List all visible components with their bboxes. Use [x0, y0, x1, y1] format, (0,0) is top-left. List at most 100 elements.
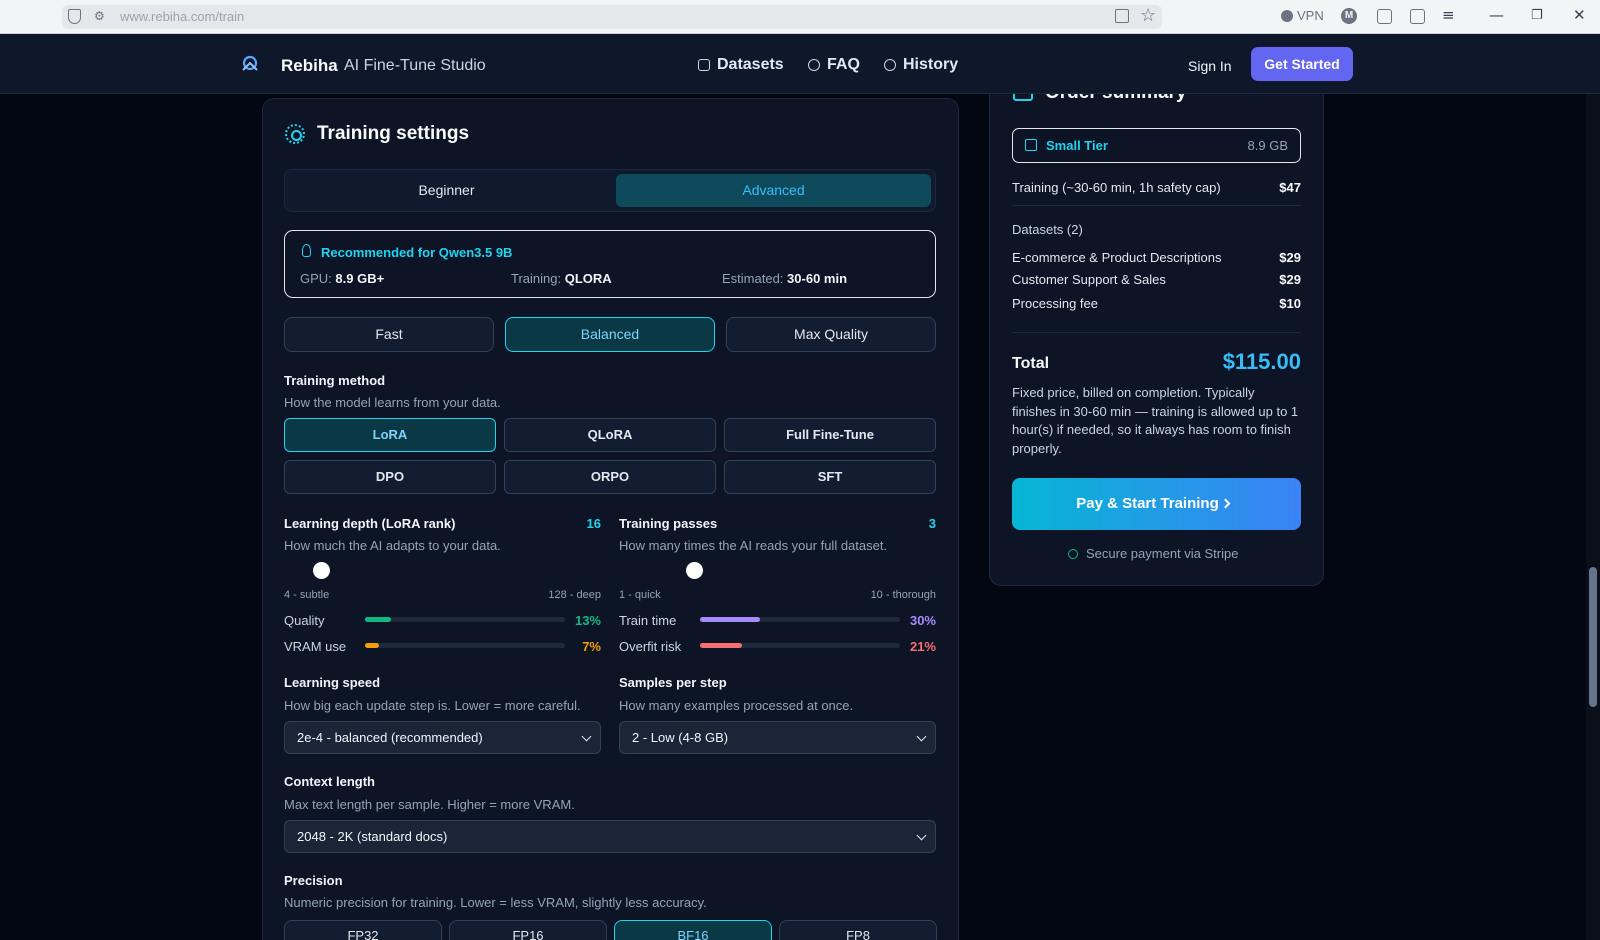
restore-icon[interactable]: ❐	[1531, 8, 1543, 23]
recommendation-estimated: Estimated: 30-60 min	[722, 271, 847, 286]
quality-meter	[365, 617, 565, 622]
gpu-value: 8.9 GB+	[335, 271, 385, 286]
sidebar-icon[interactable]	[1410, 9, 1425, 24]
wallet-icon[interactable]	[1377, 9, 1392, 24]
overfit-risk-percent: 21%	[909, 639, 936, 654]
passes-max-label: 10 - thorough	[870, 589, 936, 601]
learning-depth-desc: How much the AI adapts to your data.	[284, 538, 501, 553]
method-orpo-button[interactable]: ORPO	[504, 460, 716, 494]
context-length-select[interactable]: 2048 - 2K (standard docs)	[284, 820, 936, 853]
shield-icon[interactable]	[68, 9, 81, 24]
learning-depth-title: Learning depth (LoRA rank)	[284, 516, 456, 531]
precision-fp16-button[interactable]: FP16	[449, 920, 607, 940]
training-line-label: Training (~30-60 min, 1h safety cap)	[1012, 180, 1221, 195]
install-app-icon[interactable]	[1115, 9, 1129, 23]
bookmark-star-icon[interactable]: ☆	[1140, 5, 1156, 26]
method-lora-button[interactable]: LoRA	[284, 418, 496, 452]
line-item-name: E-commerce & Product Descriptions	[1012, 250, 1222, 265]
context-length-selected: 2048 - 2K (standard docs)	[297, 829, 448, 844]
get-started-button[interactable]: Get Started	[1251, 47, 1353, 81]
site-settings-icon[interactable]: ⚙	[94, 9, 105, 23]
browser-toolbar: ⚙ www.rebiha.com/train ☆ VPN M ≡ — ❐ ✕	[0, 0, 1600, 34]
profile-avatar[interactable]: M	[1341, 8, 1357, 24]
nav-history[interactable]: History	[884, 56, 958, 74]
sign-in-link[interactable]: Sign In	[1188, 58, 1232, 74]
line-item-price: $29	[1279, 272, 1301, 287]
learning-speed-title: Learning speed	[284, 675, 381, 690]
line-item: Processing fee $10	[1012, 296, 1301, 311]
vram-label: VRAM use	[284, 639, 347, 654]
training-label: Training:	[511, 271, 562, 286]
precision-fp32-button[interactable]: FP32	[284, 920, 442, 940]
line-item-name: Customer Support & Sales	[1012, 272, 1166, 287]
line-item-price: $29	[1279, 250, 1301, 265]
training-settings-title: Training settings	[317, 123, 470, 144]
line-item-price: $10	[1279, 296, 1301, 311]
vram-meter	[365, 643, 565, 648]
recommendation-gpu: GPU: 8.9 GB+	[300, 271, 384, 286]
preset-max-quality-button[interactable]: Max Quality	[726, 317, 936, 352]
line-item: E-commerce & Product Descriptions $29	[1012, 250, 1301, 265]
samples-per-step-title: Samples per step	[619, 675, 727, 690]
method-full-finetune-button[interactable]: Full Fine-Tune	[724, 418, 936, 452]
samples-per-step-select[interactable]: 2 - Low (4-8 GB)	[619, 721, 936, 754]
gpu-label: GPU:	[300, 271, 332, 286]
samples-per-step-selected: 2 - Low (4-8 GB)	[632, 730, 729, 745]
minimize-icon[interactable]: —	[1489, 6, 1504, 24]
precision-fp8-button[interactable]: FP8	[779, 920, 937, 940]
database-icon	[698, 59, 710, 71]
overfit-risk-meter	[700, 643, 900, 648]
chip-icon	[1025, 139, 1037, 151]
nav-datasets-label: Datasets	[717, 56, 784, 73]
precision-desc: Numeric precision for training. Lower = …	[284, 895, 707, 910]
page-scrollbar[interactable]	[1586, 94, 1600, 940]
recommendation-title: Recommended for Qwen3.5 9B	[321, 245, 513, 260]
precision-title: Precision	[284, 873, 343, 888]
overfit-risk-meter-fill	[700, 643, 742, 648]
lightbulb-icon	[302, 244, 311, 257]
training-passes-value: 3	[928, 516, 936, 531]
secure-payment-text: Secure payment via Stripe	[1086, 546, 1239, 561]
nav-faq[interactable]: FAQ	[808, 56, 860, 74]
method-qlora-button[interactable]: QLoRA	[504, 418, 716, 452]
logo-icon[interactable]	[240, 54, 260, 74]
brand-name[interactable]: Rebiha	[281, 56, 338, 76]
vpn-button[interactable]: VPN	[1281, 8, 1324, 23]
samples-per-step-desc: How many examples processed at once.	[619, 698, 854, 713]
training-passes-slider[interactable]	[686, 562, 703, 579]
chevron-down-icon	[916, 731, 927, 742]
settings-gear-icon	[285, 124, 305, 144]
training-line-price: $47	[1279, 180, 1301, 195]
training-value: QLORA	[564, 271, 612, 286]
preset-balanced-button[interactable]: Balanced	[505, 317, 715, 352]
preset-fast-button[interactable]: Fast	[284, 317, 494, 352]
learning-depth-value: 16	[586, 516, 601, 531]
vram-meter-fill	[365, 643, 379, 648]
pay-start-training-button[interactable]: Pay & Start Training	[1012, 478, 1301, 530]
precision-bf16-button[interactable]: BF16	[614, 920, 772, 940]
training-passes-title: Training passes	[619, 516, 718, 531]
passes-min-label: 1 - quick	[619, 589, 661, 601]
close-icon[interactable]: ✕	[1573, 6, 1586, 24]
vpn-icon	[1281, 9, 1293, 22]
training-passes-desc: How many times the AI reads your full da…	[619, 538, 888, 553]
line-item-name: Processing fee	[1012, 296, 1098, 311]
url-text[interactable]: www.rebiha.com/train	[120, 9, 244, 24]
train-time-label: Train time	[619, 613, 677, 628]
total-description: Fixed price, billed on completion. Typic…	[1012, 385, 1299, 456]
learning-depth-slider[interactable]	[313, 562, 330, 579]
tier-size: 8.9 GB	[1247, 138, 1288, 153]
method-sft-button[interactable]: SFT	[724, 460, 936, 494]
nav-datasets[interactable]: Datasets	[698, 56, 784, 74]
recommendation-box	[284, 230, 936, 298]
tab-advanced[interactable]: Advanced	[616, 174, 931, 207]
context-length-title: Context length	[284, 774, 375, 789]
recommendation-training: Training: QLORA	[511, 271, 612, 286]
train-time-percent: 30%	[909, 613, 936, 628]
method-dpo-button[interactable]: DPO	[284, 460, 496, 494]
scrollbar-thumb[interactable]	[1589, 567, 1597, 707]
tab-beginner[interactable]: Beginner	[289, 174, 604, 207]
learning-speed-select[interactable]: 2e-4 - balanced (recommended)	[284, 721, 601, 754]
menu-icon[interactable]: ≡	[1442, 6, 1455, 24]
total-amount: $115.00	[1222, 349, 1301, 374]
